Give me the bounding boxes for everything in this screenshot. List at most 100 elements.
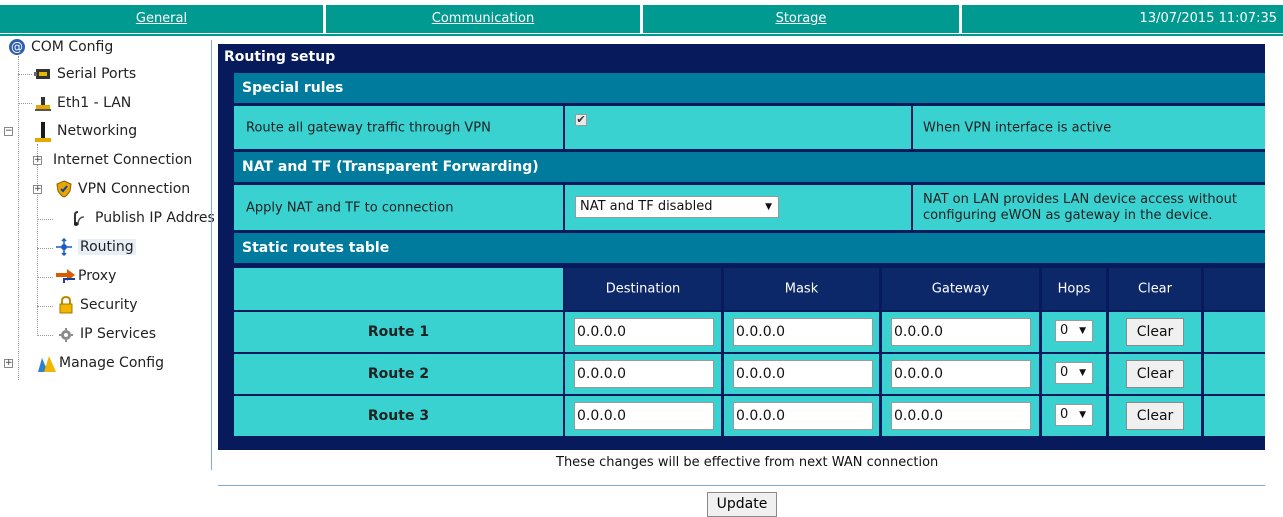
destination-cell: 0.0.0.0: [565, 396, 721, 436]
tab-communication-link[interactable]: Communication: [432, 11, 534, 26]
destination-cell: 0.0.0.0: [565, 354, 721, 394]
tree-item-label: Routing: [78, 239, 136, 255]
gateway-cell: 0.0.0.0: [882, 354, 1039, 394]
nat-label: Apply NAT and TF to connection: [246, 200, 454, 215]
gear-icon: [57, 325, 75, 343]
network-icon: [34, 122, 52, 142]
col-gateway-label: Gateway: [931, 281, 990, 297]
mask-input[interactable]: 0.0.0.0: [733, 360, 873, 388]
vpn-route-checkbox[interactable]: ✔: [575, 114, 587, 126]
tree-guide-line: [18, 103, 32, 104]
vpn-hint-cell: When VPN interface is active: [913, 106, 1265, 149]
nat-hint: NAT on LAN provides LAN device access wi…: [923, 191, 1237, 223]
gateway-input[interactable]: 0.0.0.0: [891, 402, 1031, 430]
footer-divider: [218, 485, 1265, 486]
chevron-down-icon: ▼: [1079, 326, 1086, 336]
tree-item-networking[interactable]: Networking: [34, 120, 137, 142]
tree-item-vpn-connection[interactable]: VPN Connection: [55, 178, 190, 200]
mask-cell: 0.0.0.0: [724, 354, 879, 394]
hops-select[interactable]: 0 ▼: [1055, 320, 1093, 342]
tab-general[interactable]: General: [0, 5, 323, 33]
publish-icon: [72, 209, 90, 227]
nat-hint-cell: NAT on LAN provides LAN device access wi…: [913, 185, 1265, 230]
expand-manage-config-toggle[interactable]: +: [4, 359, 13, 368]
hops-cell: 0 ▼: [1042, 354, 1106, 394]
mask-input[interactable]: 0.0.0.0: [733, 402, 873, 430]
update-button[interactable]: Update: [707, 492, 777, 517]
clear-cell: Clear: [1109, 396, 1201, 436]
expand-internet-connection-toggle[interactable]: +: [33, 156, 42, 165]
tree-item-label: Serial Ports: [57, 66, 137, 82]
mask-cell: 0.0.0.0: [724, 396, 879, 436]
section-special-rules: Special rules: [234, 73, 1265, 103]
tree-guide-line: [37, 277, 53, 278]
manage-config-icon: [36, 354, 56, 372]
gateway-input[interactable]: 0.0.0.0: [891, 360, 1031, 388]
tree-guide-line: [37, 306, 53, 307]
tree-item-label: IP Services: [80, 326, 157, 342]
wan-note: These changes will be effective from nex…: [556, 455, 939, 470]
tree-root-com-config[interactable]: @ COM Config: [8, 36, 113, 58]
clear-route-button[interactable]: Clear: [1126, 402, 1184, 430]
expand-networking-toggle[interactable]: −: [4, 127, 13, 136]
tree-guide-line: [37, 219, 53, 220]
route-name-cell: Route 2: [234, 354, 563, 394]
tree-guide-line: [37, 335, 53, 336]
tab-communication[interactable]: Communication: [326, 5, 640, 33]
gateway-cell: 0.0.0.0: [882, 396, 1039, 436]
tab-general-link[interactable]: General: [136, 11, 187, 26]
section-nat-tf: NAT and TF (Transparent Forwarding): [234, 152, 1265, 182]
tree-item-label: VPN Connection: [78, 181, 191, 197]
route-name-cell: Route 3: [234, 396, 563, 436]
tree-item-eth1-lan[interactable]: Eth1 - LAN: [34, 92, 131, 114]
tab-storage-link[interactable]: Storage: [776, 11, 827, 26]
tree-item-label: Internet Connection: [53, 152, 193, 168]
clear-cell: Clear: [1109, 354, 1201, 394]
tree-item-manage-config[interactable]: Manage Config: [36, 352, 164, 374]
hops-select[interactable]: 0 ▼: [1055, 404, 1093, 426]
section-static-routes: Static routes table: [234, 233, 1265, 263]
destination-input[interactable]: 0.0.0.0: [574, 318, 714, 346]
hops-value: 0: [1060, 365, 1069, 380]
nat-mode-select[interactable]: NAT and TF disabled ▼: [575, 196, 779, 218]
extra-cell: [1204, 312, 1265, 352]
mask-cell: 0.0.0.0: [724, 312, 879, 352]
tree-item-routing[interactable]: Routing: [55, 236, 136, 258]
tab-storage[interactable]: Storage: [643, 5, 959, 33]
mask-input[interactable]: 0.0.0.0: [733, 318, 873, 346]
col-mask: Mask: [724, 268, 879, 310]
tree-item-serial-ports[interactable]: Serial Ports: [34, 63, 136, 85]
vpn-route-checkbox-cell: ✔: [565, 106, 911, 149]
proxy-icon: [55, 267, 75, 285]
gateway-input[interactable]: 0.0.0.0: [891, 318, 1031, 346]
tree-item-publish-ip-address[interactable]: Publish IP Addres: [72, 207, 215, 229]
routes-header-row: Destination Mask Gateway Hops Clear: [234, 268, 1265, 310]
clear-cell: Clear: [1109, 312, 1201, 352]
col-mask-label: Mask: [784, 281, 819, 297]
tree-item-ip-services[interactable]: IP Services: [57, 323, 156, 345]
tree-item-label: Manage Config: [59, 355, 164, 371]
destination-input[interactable]: 0.0.0.0: [574, 402, 714, 430]
tree-root-label: COM Config: [31, 39, 114, 55]
vpn-route-label: Route all gateway traffic through VPN: [246, 120, 491, 135]
clear-route-button[interactable]: Clear: [1126, 318, 1184, 346]
chevron-down-icon: ▼: [1079, 368, 1086, 378]
config-tree: @ COM Config Serial Ports Eth1 - LAN − N…: [0, 36, 215, 470]
tree-guide-line: [37, 248, 53, 249]
routing-icon: [55, 237, 73, 257]
hops-select[interactable]: 0 ▼: [1055, 362, 1093, 384]
route-name-cell: Route 1: [234, 312, 563, 352]
hops-cell: 0 ▼: [1042, 312, 1106, 352]
gateway-cell: 0.0.0.0: [882, 312, 1039, 352]
tree-item-security[interactable]: Security: [57, 294, 138, 316]
tree-item-proxy[interactable]: Proxy: [55, 265, 116, 287]
panel-title: Routing setup: [224, 49, 336, 65]
tree-item-label: Proxy: [78, 268, 117, 284]
destination-cell: 0.0.0.0: [565, 312, 721, 352]
destination-input[interactable]: 0.0.0.0: [574, 360, 714, 388]
tree-item-internet-connection[interactable]: Internet Connection: [53, 149, 192, 171]
clear-route-button[interactable]: Clear: [1126, 360, 1184, 388]
tree-item-label: Publish IP Addres: [95, 210, 215, 226]
col-gateway: Gateway: [882, 268, 1039, 310]
expand-vpn-connection-toggle[interactable]: +: [33, 185, 42, 194]
